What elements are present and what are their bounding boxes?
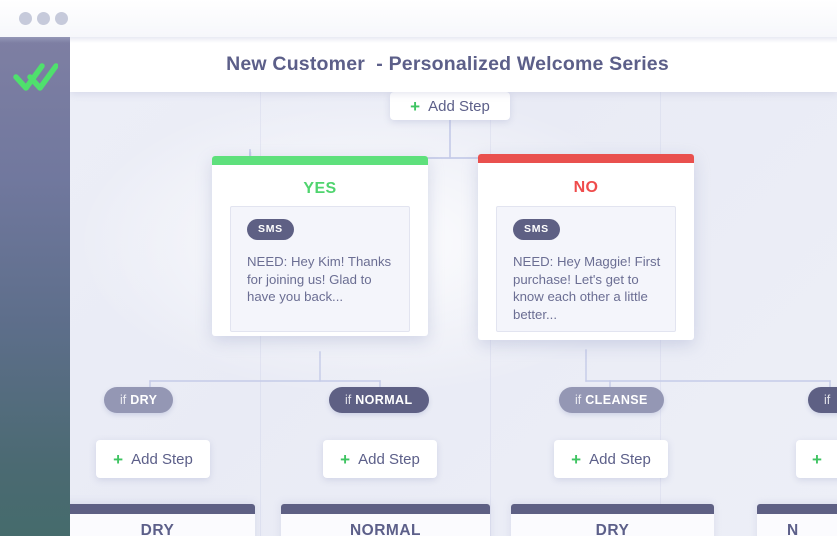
automation-flow-builder: New Customer - Personalized Welcome Seri…	[0, 0, 837, 536]
add-step-label: Add Step	[589, 450, 651, 468]
plus-icon: +	[410, 96, 421, 116]
condition-pill-dry[interactable]: if DRY	[104, 387, 174, 413]
branch-stripe-no	[478, 154, 694, 163]
plus-icon: +	[571, 449, 582, 469]
bottom-card-stripe	[757, 504, 837, 514]
titlebar-shadow	[0, 37, 837, 43]
flow-header: New Customer - Personalized Welcome Seri…	[70, 37, 837, 92]
sms-badge: SMS	[513, 219, 560, 240]
window-controls	[19, 12, 68, 25]
plus-icon: +	[812, 449, 822, 469]
condition-value: NORMAL	[355, 393, 413, 407]
plus-icon: +	[340, 449, 351, 469]
if-keyword: if	[120, 393, 127, 407]
branch-card-yes[interactable]: YES SMS NEED: Hey Kim! Thanks for joinin…	[212, 156, 428, 336]
condition-value: CLEANSE	[585, 393, 648, 407]
expand-dot[interactable]	[37, 12, 50, 25]
message-text-yes: NEED: Hey Kim! Thanks for joining us! Gl…	[247, 254, 392, 304]
bottom-card-dry-2[interactable]: DRY	[511, 504, 714, 536]
bottom-card-cut[interactable]: N	[757, 504, 837, 536]
bottom-card-label: NORMAL	[349, 522, 422, 536]
bottom-card-stripe	[281, 504, 490, 514]
bottom-card-dry[interactable]: DRY	[70, 504, 255, 536]
add-step-label: Add Step	[428, 97, 490, 115]
message-box-no[interactable]: SMS NEED: Hey Maggie! First purchase! Le…	[496, 206, 676, 332]
add-step-dry-button[interactable]: + Add Step	[96, 440, 210, 478]
branch-stripe-yes	[212, 156, 428, 165]
add-step-cleanse-button[interactable]: + Add Step	[554, 440, 668, 478]
bottom-card-label: DRY	[595, 522, 630, 536]
page-title: New Customer - Personalized Welcome Seri…	[226, 53, 669, 75]
bottom-card-label: DRY	[140, 522, 175, 536]
minimize-dot[interactable]	[19, 12, 32, 25]
double-check-logo[interactable]	[12, 57, 59, 97]
app-sidebar	[0, 37, 70, 536]
condition-pill-normal[interactable]: if NORMAL	[329, 387, 429, 413]
bottom-card-stripe	[511, 504, 714, 514]
condition-pill-cut[interactable]: if	[808, 387, 837, 413]
if-keyword: if	[575, 393, 582, 407]
plus-icon: +	[113, 449, 124, 469]
bottom-card-stripe	[70, 504, 255, 514]
condition-value: DRY	[130, 393, 158, 407]
flow-canvas[interactable]: + Add Step YES SMS NEED: Hey Kim! Thanks…	[70, 92, 837, 536]
if-keyword: if	[824, 393, 831, 407]
bottom-card-normal[interactable]: NORMAL	[281, 504, 490, 536]
branch-title-yes: YES	[303, 180, 337, 197]
add-step-label: Add Step	[358, 450, 420, 468]
add-step-label: Add Step	[131, 450, 193, 468]
message-text-no: NEED: Hey Maggie! First purchase! Let's …	[513, 254, 661, 322]
branch-card-no[interactable]: NO SMS NEED: Hey Maggie! First purchase!…	[478, 154, 694, 340]
sms-badge: SMS	[247, 219, 294, 240]
add-step-top-button[interactable]: + Add Step	[390, 92, 510, 120]
window-titlebar	[0, 0, 837, 37]
branch-title-no: NO	[573, 179, 599, 196]
add-step-normal-button[interactable]: + Add Step	[323, 440, 437, 478]
message-box-yes[interactable]: SMS NEED: Hey Kim! Thanks for joining us…	[230, 206, 410, 332]
close-dot[interactable]	[55, 12, 68, 25]
add-step-cut-button[interactable]: +	[796, 440, 837, 478]
condition-pill-cleanse[interactable]: if CLEANSE	[559, 387, 664, 413]
bottom-card-label: N	[787, 522, 799, 536]
if-keyword: if	[345, 393, 352, 407]
